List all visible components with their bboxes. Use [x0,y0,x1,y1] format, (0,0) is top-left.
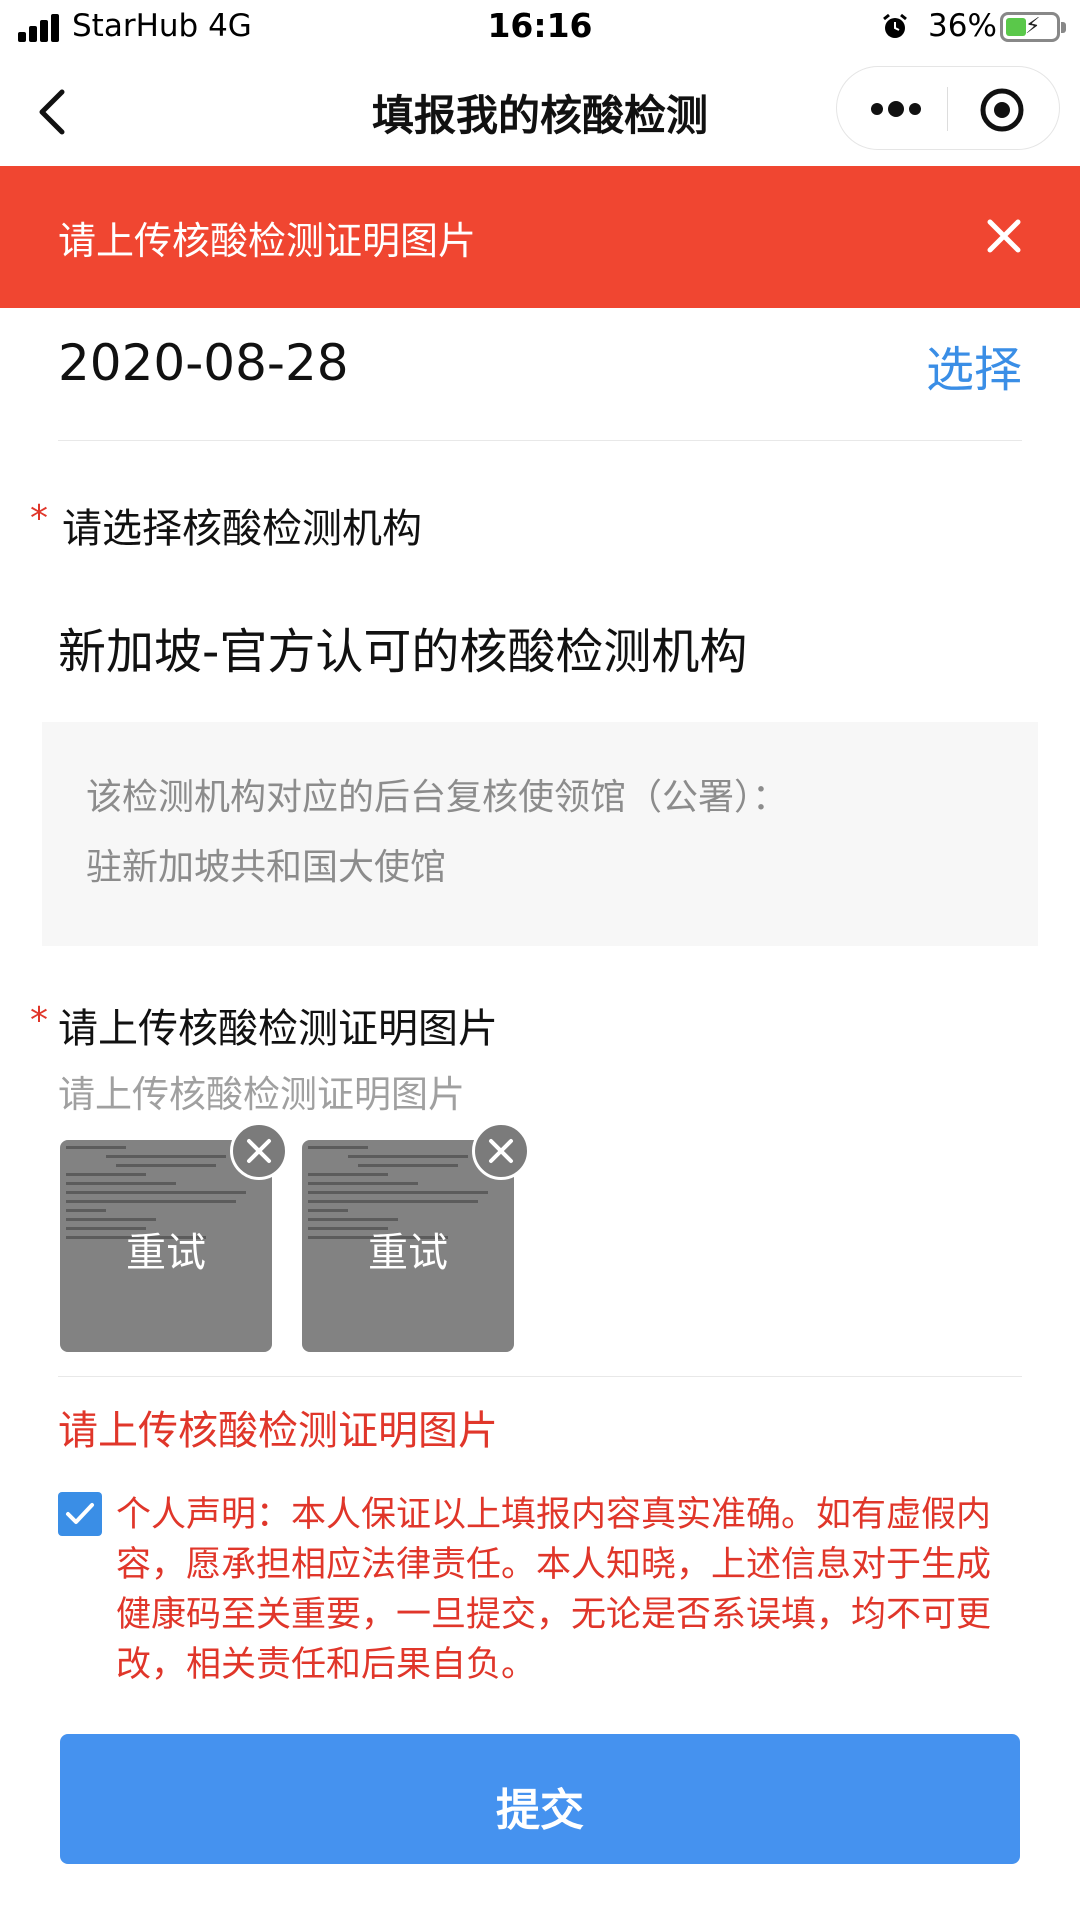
status-bar: StarHub 4G 16:16 36% ⚡ [0,0,1080,56]
close-icon [489,1139,513,1163]
divider [58,1376,1022,1377]
retry-label[interactable]: 重试 [60,1220,272,1278]
declaration-text: 个人声明：本人保证以上填报内容真实准确。如有虚假内容，愿承担相应法律责任。本人知… [116,1495,992,1685]
alarm-clock-icon [883,13,907,38]
error-banner: 请上传核酸检测证明图片 [0,166,1080,308]
institution-label: 请选择核酸检测机构 [62,506,422,552]
upload-error-message: 请上传核酸检测证明图片 [58,1408,498,1454]
mini-program-capsule [836,66,1060,150]
declaration-checkbox[interactable] [58,1492,102,1536]
test-date-value: 2020-08-28 [58,334,349,392]
error-banner-text: 请上传核酸检测证明图片 [58,219,477,263]
status-time: 16:16 [487,6,593,45]
close-icon [247,1139,271,1163]
divider [58,440,1022,441]
battery-percentage: 36% [928,8,997,44]
nav-bar: 填报我的核酸检测 [0,56,1080,166]
consulate-info-value: 驻新加坡共和国大使馆 [86,847,447,888]
date-select-link[interactable]: 选择 [926,330,1022,400]
remove-image-button[interactable] [472,1122,530,1180]
checkmark-icon [66,1503,94,1524]
target-circle-icon[interactable] [979,87,1025,133]
institution-select[interactable]: 新加坡-官方认可的核酸检测机构 [58,612,747,682]
consulate-info-label: 该检测机构对应的后台复核使领馆（公署）： [86,777,789,818]
upload-label: 请上传核酸检测证明图片 [58,1006,498,1052]
required-mark: * [30,498,48,539]
submit-label: 提交 [496,1785,584,1836]
consulate-info-box: 该检测机构对应的后台复核使领馆（公署）： 驻新加坡共和国大使馆 [42,722,1038,946]
close-icon[interactable] [984,216,1024,256]
retry-label[interactable]: 重试 [302,1220,514,1278]
remove-image-button[interactable] [230,1122,288,1180]
capsule-divider [947,87,948,131]
more-dots-icon[interactable] [861,89,931,129]
upload-hint: 请上传核酸检测证明图片 [58,1073,465,1116]
required-mark: * [30,1000,48,1041]
submit-button[interactable]: 提交 [60,1734,1020,1864]
battery-icon: ⚡ [1000,12,1066,42]
